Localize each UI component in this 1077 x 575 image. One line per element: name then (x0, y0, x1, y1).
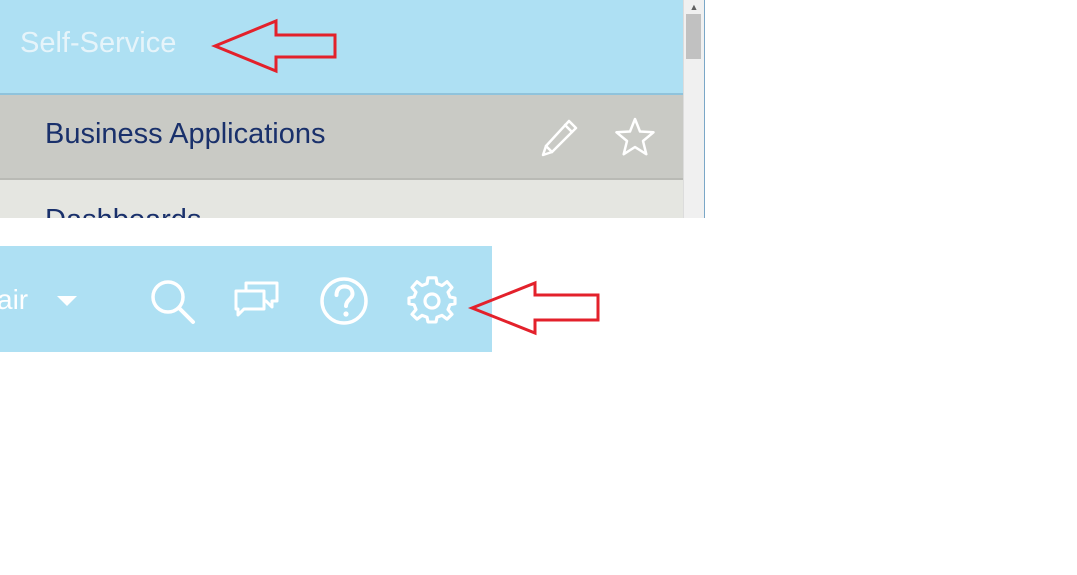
nav-item-label: Dashboards (45, 204, 201, 218)
nav-item-label: Business Applications (45, 118, 326, 150)
chevron-down-icon[interactable] (55, 294, 79, 308)
search-icon[interactable] (147, 276, 197, 326)
navigator-scrollbar[interactable]: ▲ (683, 0, 705, 218)
pencil-icon[interactable] (538, 115, 582, 159)
annotation-arrow (211, 18, 338, 74)
top-header-bar: air (0, 246, 492, 352)
gear-icon[interactable] (407, 276, 457, 326)
nav-item-dashboards[interactable]: Dashboards (0, 180, 683, 218)
help-icon[interactable] (319, 276, 369, 326)
scrollbar-thumb[interactable] (686, 14, 701, 59)
user-menu-label[interactable]: air (0, 284, 28, 316)
navigator-panel: Self-Service Business Applications Dashb… (0, 0, 705, 218)
star-icon[interactable] (613, 115, 657, 159)
scroll-up-arrow-icon[interactable]: ▲ (684, 0, 704, 14)
nav-item-business-applications[interactable]: Business Applications (0, 95, 683, 180)
chat-icon[interactable] (232, 276, 282, 326)
navigator-header: Self-Service (0, 0, 683, 95)
annotation-arrow (467, 280, 601, 336)
navigator-header-title: Self-Service (20, 27, 177, 59)
